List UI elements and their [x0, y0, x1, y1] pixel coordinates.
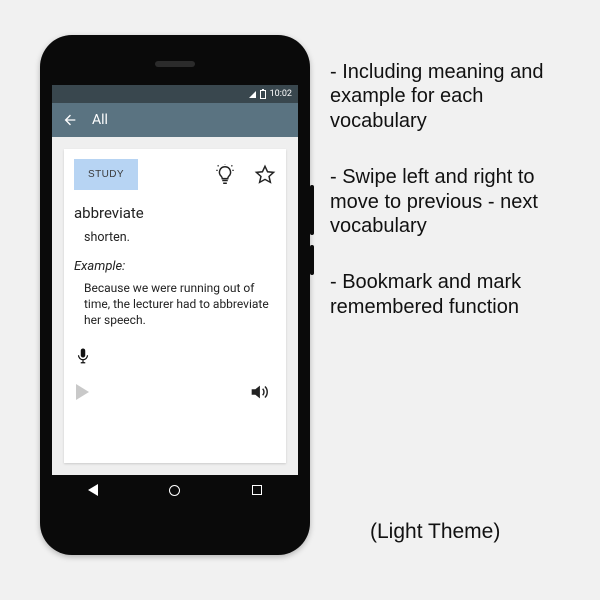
study-button[interactable]: STUDY [74, 159, 138, 190]
nav-recent-icon[interactable] [252, 485, 262, 495]
microphone-icon[interactable] [74, 345, 92, 367]
example-label: Example: [74, 259, 276, 274]
phone-mockup: 10:02 All STUDY [40, 35, 310, 555]
app-bar: All [52, 103, 298, 137]
bullet-2: - Swipe left and right to move to previo… [330, 165, 580, 238]
app-screen: 10:02 All STUDY [52, 85, 298, 505]
status-time: 10:02 [270, 89, 292, 99]
lightbulb-icon[interactable] [214, 164, 236, 186]
speaker-icon[interactable] [248, 381, 270, 403]
marketing-text: - Including meaning and example for each… [330, 60, 580, 351]
nav-home-icon[interactable] [169, 485, 180, 496]
bullet-3: - Bookmark and mark remembered function [330, 270, 580, 319]
battery-icon [260, 90, 266, 99]
bullet-1: - Including meaning and example for each… [330, 60, 580, 133]
phone-speaker [155, 61, 195, 67]
vocab-meaning: shorten. [84, 230, 276, 245]
card-top-row: STUDY [74, 159, 276, 190]
nav-back-icon[interactable] [88, 484, 98, 496]
vocab-card[interactable]: STUDY abbreviate shorten. Example: Bec [64, 149, 286, 463]
play-icon[interactable] [76, 384, 89, 400]
content-area: STUDY abbreviate shorten. Example: Bec [52, 137, 298, 475]
status-bar: 10:02 [52, 85, 298, 103]
vocab-word: abbreviate [74, 204, 276, 222]
theme-label: (Light Theme) [370, 520, 500, 544]
phone-side-button [310, 185, 314, 235]
example-text: Because we were running out of time, the… [84, 280, 276, 329]
signal-icon [249, 91, 256, 98]
star-icon[interactable] [254, 164, 276, 186]
appbar-title: All [92, 112, 108, 128]
android-nav-bar [52, 475, 298, 505]
back-arrow-icon[interactable] [62, 112, 78, 128]
phone-side-button [310, 245, 314, 275]
